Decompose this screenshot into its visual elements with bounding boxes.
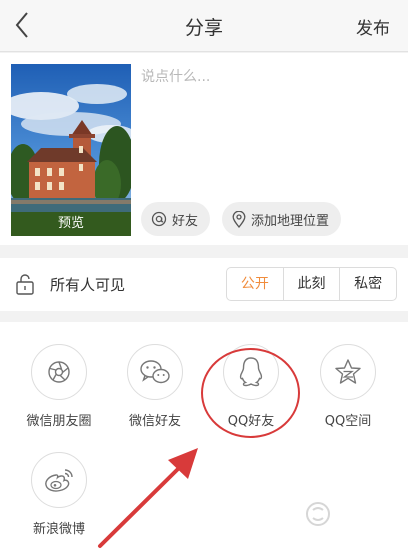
- watermark-logo: [306, 502, 330, 526]
- visibility-label: 所有人可见: [50, 276, 126, 294]
- publish-button[interactable]: 发布: [356, 14, 390, 39]
- visibility-row: 所有人可见 公开 此刻 私密: [0, 258, 408, 311]
- share-weibo[interactable]: 新浪微博: [14, 452, 104, 542]
- qzone-star-icon: [335, 359, 361, 384]
- photo-thumbnail[interactable]: 预览: [11, 64, 131, 236]
- wechat-moments-icon: [48, 361, 70, 383]
- share-label: 新浪微博: [32, 522, 85, 537]
- share-qq-friend[interactable]: QQ好友: [206, 344, 296, 434]
- share-page: 分享 发布 预览 说点什么... 好友 添加地理位置 所有人可见 公开 此刻 私…: [0, 0, 408, 559]
- qq-icon: [239, 357, 263, 387]
- top-bar: 分享 发布: [0, 0, 408, 52]
- add-location-button[interactable]: 添加地理位置: [222, 202, 342, 236]
- compose-area: 预览 好友 添加地理位置: [0, 53, 408, 245]
- page-title: 分享: [184, 17, 223, 39]
- castle-photo: [11, 64, 131, 236]
- share-label: 微信朋友圈: [26, 414, 92, 429]
- post-text-input[interactable]: [141, 66, 396, 126]
- visibility-option-public[interactable]: 公开: [227, 268, 283, 300]
- mention-friend-button[interactable]: 好友: [141, 202, 211, 236]
- at-icon: [151, 211, 167, 227]
- visibility-option-private[interactable]: 私密: [339, 268, 396, 300]
- wechat-icon: [140, 360, 170, 384]
- preview-label: 预览: [11, 212, 131, 236]
- share-wechat-moments[interactable]: 微信朋友圈: [14, 344, 104, 434]
- share-label: QQ好友: [227, 414, 275, 429]
- add-location-label: 添加地理位置: [251, 213, 330, 229]
- share-qzone[interactable]: QQ空间: [303, 344, 393, 434]
- location-pin-icon: [232, 210, 246, 228]
- visibility-segmented-control: 公开 此刻 私密: [226, 267, 397, 301]
- mention-friend-label: 好友: [172, 213, 199, 229]
- unlock-icon: [16, 274, 34, 295]
- share-label: 微信好友: [128, 414, 181, 429]
- weibo-icon: [45, 469, 73, 492]
- visibility-option-moment[interactable]: 此刻: [282, 268, 340, 300]
- share-wechat-friend[interactable]: 微信好友: [110, 344, 200, 434]
- share-label: QQ空间: [324, 414, 372, 429]
